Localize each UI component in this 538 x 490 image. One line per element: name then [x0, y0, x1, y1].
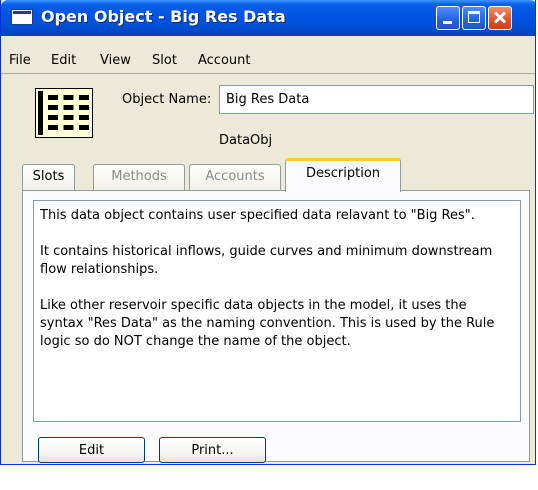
- description-text[interactable]: This data object contains user specified…: [33, 200, 521, 422]
- close-button[interactable]: [488, 6, 512, 30]
- menu-view[interactable]: View: [100, 53, 131, 68]
- tab-methods[interactable]: Methods: [93, 164, 185, 190]
- tab-accounts[interactable]: Accounts: [189, 164, 281, 190]
- maximize-button[interactable]: [462, 6, 486, 30]
- minimize-icon: [443, 21, 452, 24]
- title-bar[interactable]: Open Object - Big Res Data: [1, 0, 535, 36]
- print-button[interactable]: Print...: [159, 437, 266, 463]
- window-icon: [11, 9, 33, 25]
- edit-button[interactable]: Edit: [38, 437, 145, 463]
- menu-slot[interactable]: Slot: [152, 53, 177, 68]
- tab-description[interactable]: Description: [285, 158, 401, 192]
- menu-edit[interactable]: Edit: [51, 53, 76, 68]
- description-paragraph-3: Like other reservoir specific data objec…: [40, 298, 495, 349]
- maximize-icon: [468, 11, 480, 23]
- minimize-button[interactable]: [436, 6, 460, 30]
- close-icon: [489, 7, 511, 29]
- window-title: Open Object - Big Res Data: [41, 7, 286, 26]
- tab-slots[interactable]: Slots: [22, 164, 75, 190]
- object-name-input[interactable]: [219, 85, 534, 114]
- object-name-label: Object Name:: [122, 92, 212, 107]
- object-type-label: DataObj: [219, 133, 273, 148]
- menu-separator: [1, 73, 535, 74]
- description-paragraph-2: It contains historical inflows, guide cu…: [40, 244, 493, 277]
- menu-file[interactable]: File: [9, 53, 31, 68]
- menu-account[interactable]: Account: [198, 53, 251, 68]
- open-object-window: Open Object - Big Res Data File Edit Vie…: [0, 0, 536, 465]
- menu-bar: File Edit View Slot Account: [1, 50, 535, 73]
- data-object-icon: [35, 88, 93, 138]
- description-paragraph-1: This data object contains user specified…: [40, 208, 475, 223]
